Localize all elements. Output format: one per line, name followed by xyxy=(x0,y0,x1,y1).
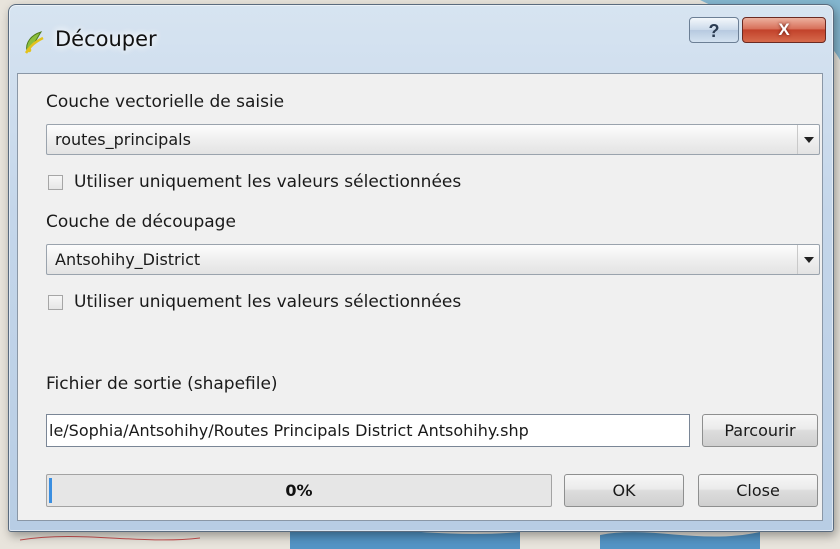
input-selected-only-label: Utiliser uniquement les valeurs sélectio… xyxy=(74,172,462,192)
ok-button[interactable]: OK xyxy=(564,474,684,507)
browse-button[interactable]: Parcourir xyxy=(702,414,818,447)
progress-bar: 0% xyxy=(46,474,552,507)
title-bar[interactable]: Découper ? X xyxy=(9,5,833,73)
clip-selected-only-label: Utiliser uniquement les valeurs sélectio… xyxy=(74,292,462,312)
qgis-icon xyxy=(21,29,47,55)
output-file-value: le/Sophia/Antsohihy/Routes Principals Di… xyxy=(49,421,529,440)
chevron-down-icon[interactable] xyxy=(797,125,819,154)
chevron-down-icon[interactable] xyxy=(797,245,819,274)
help-button[interactable]: ? xyxy=(689,17,739,43)
output-file-label: Fichier de sortie (shapefile) xyxy=(46,374,278,394)
clip-dialog: Découper ? X Couche vectorielle de saisi… xyxy=(8,4,834,532)
clip-selected-only-checkbox[interactable] xyxy=(48,295,63,310)
input-layer-value: routes_principals xyxy=(55,130,191,149)
progress-text: 0% xyxy=(285,481,313,500)
input-layer-select[interactable]: routes_principals xyxy=(46,124,820,155)
input-layer-label: Couche vectorielle de saisie xyxy=(46,92,285,112)
input-selected-only-row[interactable]: Utiliser uniquement les valeurs sélectio… xyxy=(46,172,566,194)
window-close-button[interactable]: X xyxy=(742,17,826,43)
clip-layer-select[interactable]: Antsohihy_District xyxy=(46,244,820,275)
window-title: Découper xyxy=(55,27,157,51)
clip-selected-only-row[interactable]: Utiliser uniquement les valeurs sélectio… xyxy=(46,292,566,314)
input-selected-only-checkbox[interactable] xyxy=(48,175,63,190)
clip-layer-value: Antsohihy_District xyxy=(55,250,201,269)
clip-layer-label: Couche de découpage xyxy=(46,212,236,232)
dialog-body: Couche vectorielle de saisie routes_prin… xyxy=(17,73,823,521)
output-file-input[interactable]: le/Sophia/Antsohihy/Routes Principals Di… xyxy=(46,414,690,447)
close-button[interactable]: Close xyxy=(698,474,818,507)
